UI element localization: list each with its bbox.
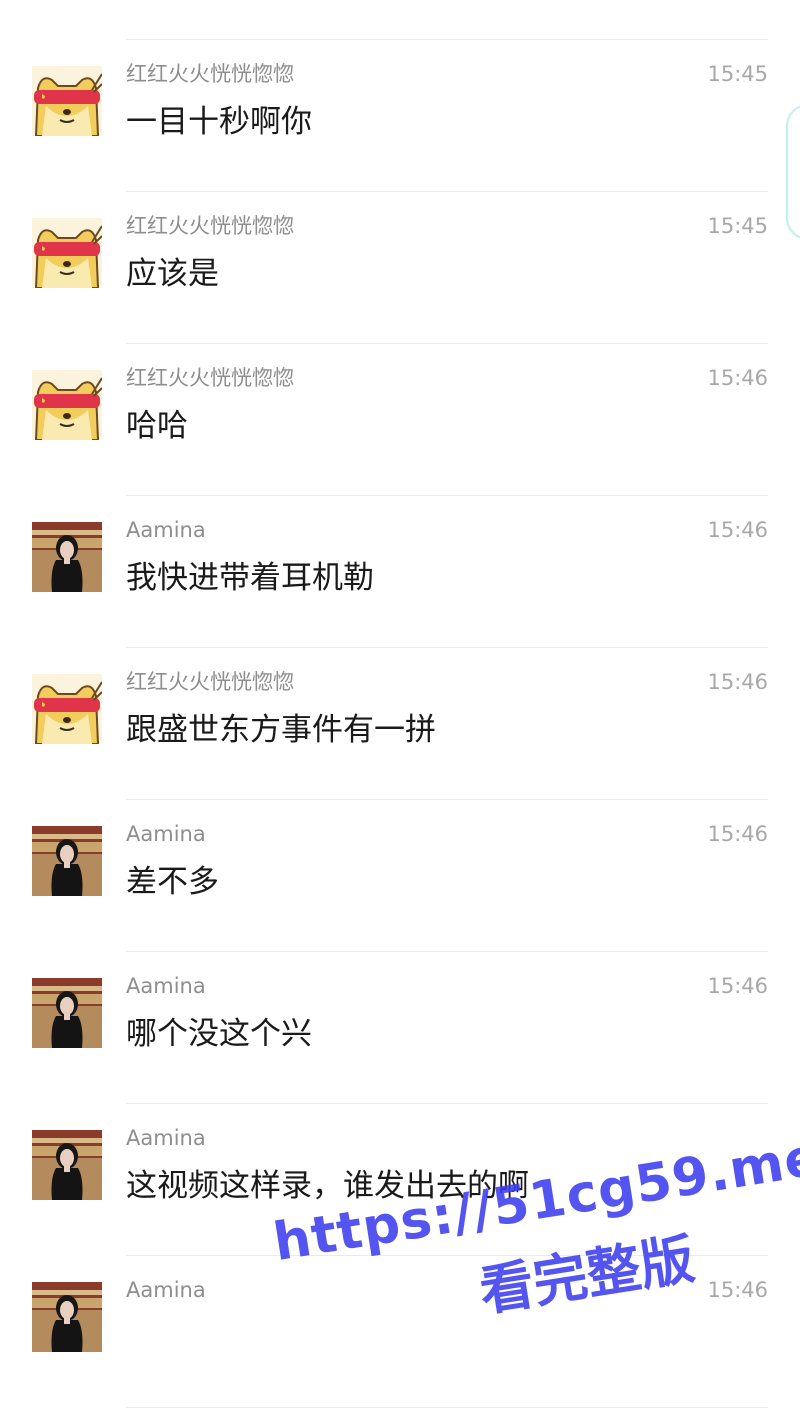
message-time: 15:46 bbox=[707, 822, 768, 846]
message-text: 一目十秒啊你 bbox=[126, 104, 312, 140]
message-text: 哪个没这个兴 bbox=[126, 1016, 312, 1052]
sender-name: 红红火火恍恍惚惚 bbox=[126, 214, 294, 238]
shiba-blindfold-avatar[interactable] bbox=[32, 674, 102, 744]
chat-message-row[interactable]: 红红火火恍恍惚惚 15:46 哈哈 bbox=[0, 344, 800, 496]
shiba-blindfold-avatar[interactable] bbox=[32, 218, 102, 288]
message-text: 差不多 bbox=[126, 864, 219, 900]
message-text: 我快进带着耳机勒 bbox=[126, 560, 374, 596]
sender-name: Aamina bbox=[126, 1126, 206, 1150]
chat-message-row[interactable]: 吗的，曹县的? bbox=[0, 0, 800, 40]
message-text: 跟盛世东方事件有一拼 bbox=[126, 712, 436, 748]
sender-name: Aamina bbox=[126, 1278, 206, 1302]
message-text: 应该是 bbox=[126, 256, 219, 292]
chat-message-row[interactable]: 红红火火恍恍惚惚 15:45 应该是 bbox=[0, 192, 800, 344]
message-time: 15:46 bbox=[707, 670, 768, 694]
sender-name: 红红火火恍恍惚惚 bbox=[126, 62, 294, 86]
woman-portrait-avatar[interactable] bbox=[32, 522, 102, 592]
sender-name: Aamina bbox=[126, 518, 206, 542]
woman-portrait-avatar[interactable] bbox=[32, 1130, 102, 1200]
chat-message-row[interactable]: Aamina 15:46 哪个没这个兴 bbox=[0, 952, 800, 1104]
woman-portrait-avatar[interactable] bbox=[32, 978, 102, 1048]
chat-message-row[interactable]: Aamina 15:46 差不多 bbox=[0, 800, 800, 952]
chat-message-row[interactable]: 红红火火恍恍惚惚 15:45 一目十秒啊你 bbox=[0, 40, 800, 192]
woman-portrait-avatar[interactable] bbox=[32, 1282, 102, 1352]
woman-portrait-avatar[interactable] bbox=[32, 826, 102, 896]
shiba-blindfold-avatar[interactable] bbox=[32, 370, 102, 440]
message-time: 15:46 bbox=[707, 366, 768, 390]
chat-message-row[interactable]: 红红火火恍恍惚惚 15:46 跟盛世东方事件有一拼 bbox=[0, 648, 800, 800]
sender-name: 红红火火恍恍惚惚 bbox=[126, 366, 294, 390]
message-time: 15:46 bbox=[707, 974, 768, 998]
sender-name: Aamina bbox=[126, 974, 206, 998]
message-time: 15:45 bbox=[707, 214, 768, 238]
message-time: 15:46 bbox=[707, 518, 768, 542]
message-text: 哈哈 bbox=[126, 408, 188, 444]
sender-name: 红红火火恍恍惚惚 bbox=[126, 670, 294, 694]
shiba-blindfold-avatar[interactable] bbox=[32, 66, 102, 136]
message-time: 15:45 bbox=[707, 62, 768, 86]
sender-name: Aamina bbox=[126, 822, 206, 846]
chat-message-row[interactable]: Aamina 15:46 我快进带着耳机勒 bbox=[0, 496, 800, 648]
side-bubble-edge[interactable] bbox=[786, 104, 800, 240]
